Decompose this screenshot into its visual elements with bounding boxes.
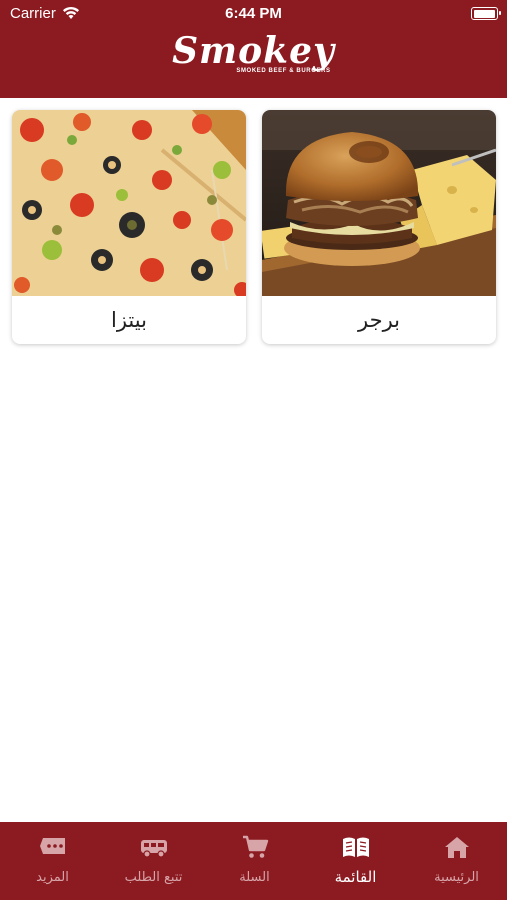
battery-fill xyxy=(473,9,495,18)
tab-cart[interactable]: السلة xyxy=(204,822,305,900)
tab-label: المزيد xyxy=(36,870,69,885)
battery-icon xyxy=(471,7,501,20)
category-card-burger[interactable]: برجر xyxy=(262,110,496,344)
app-header: Carrier 6:44 PM Smokey SMOKED BEEF & BUR… xyxy=(0,0,507,98)
category-card-pizza[interactable]: بيتزا xyxy=(12,110,246,344)
tab-home[interactable]: الرئيسية xyxy=(406,822,507,900)
menu-book-icon xyxy=(342,837,369,857)
tab-label: القائمة xyxy=(334,868,377,886)
category-label: بيتزا xyxy=(111,308,147,332)
logo-title: Smokey xyxy=(172,30,335,72)
logo-subtitle: SMOKED BEEF & BURGERS xyxy=(236,68,331,74)
category-grid: برجر بيتزا xyxy=(12,110,496,344)
burger-image xyxy=(262,110,496,296)
truck-icon xyxy=(140,840,167,858)
status-bar: Carrier 6:44 PM xyxy=(0,0,507,28)
tab-more[interactable]: المزيد xyxy=(2,822,103,900)
home-icon xyxy=(444,837,469,858)
tab-label: تتبع الطلب xyxy=(124,870,183,885)
brand-logo: Smokey SMOKED BEEF & BURGERS xyxy=(0,32,507,74)
cart-icon xyxy=(242,835,268,858)
category-label: برجر xyxy=(358,308,400,332)
more-icon xyxy=(39,838,65,854)
tab-menu[interactable]: القائمة xyxy=(305,822,406,900)
tab-label: الرئيسية xyxy=(434,870,479,885)
clock: 6:44 PM xyxy=(225,5,282,22)
tab-track-order[interactable]: تتبع الطلب xyxy=(103,822,204,900)
bottom-tab-bar: الرئيسية القائمة السلة تتبع الطلب المزيد xyxy=(0,822,507,900)
pizza-image xyxy=(12,110,246,296)
tab-label: السلة xyxy=(239,870,270,885)
